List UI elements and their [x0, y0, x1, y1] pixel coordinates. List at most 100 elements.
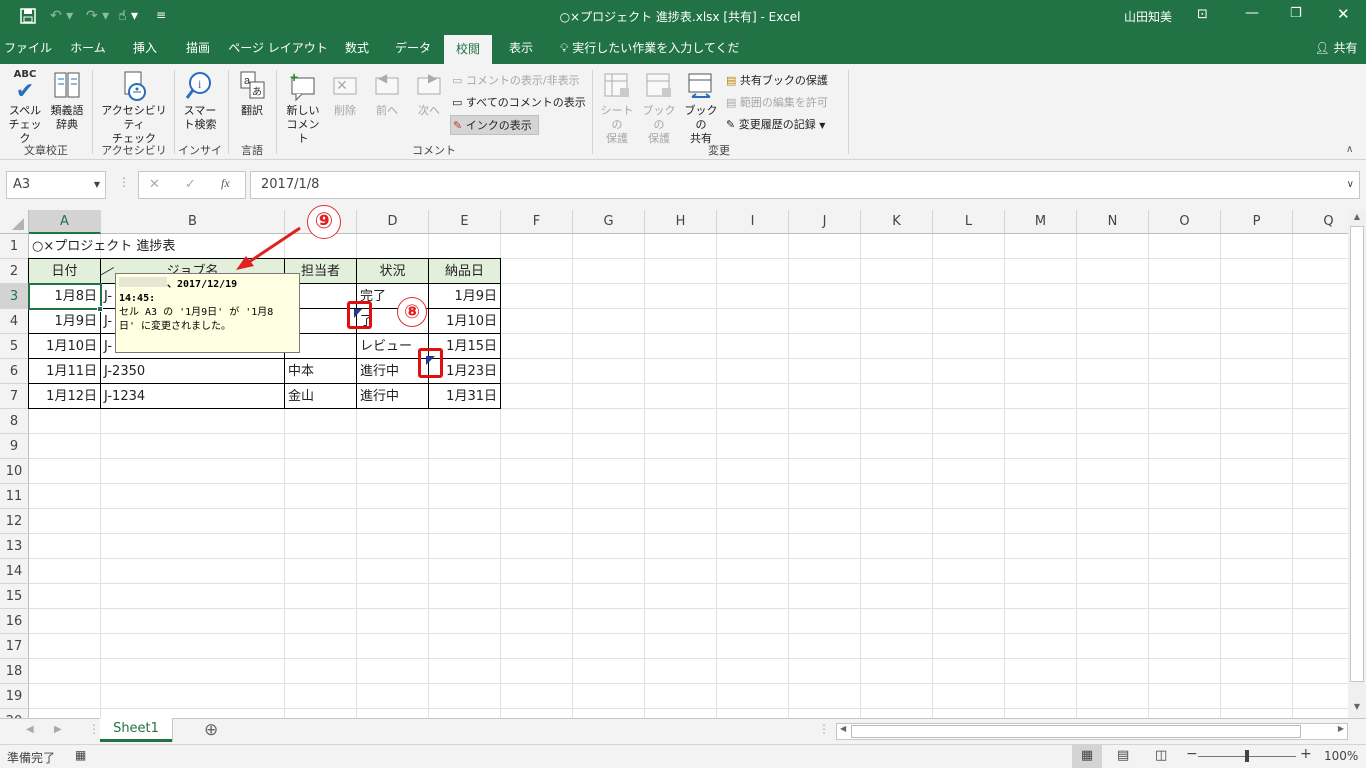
name-box[interactable]: A3 ▼ — [6, 171, 106, 199]
translate-button[interactable]: aあ 翻訳 — [232, 70, 272, 118]
next-comment-button[interactable]: ▶ 次へ — [410, 70, 448, 118]
column-header[interactable]: H — [645, 210, 717, 234]
insert-function-icon[interactable]: fx — [221, 176, 230, 191]
smart-lookup-button[interactable]: i スマー ト検索 — [178, 70, 222, 132]
page-layout-view-icon[interactable]: ▤ — [1117, 748, 1129, 763]
column-header[interactable]: E — [429, 210, 501, 234]
user-name[interactable]: 山田知美 — [1124, 8, 1172, 25]
column-header[interactable]: F — [501, 210, 573, 234]
row-header[interactable]: 2 — [0, 259, 29, 284]
scroll-left-icon[interactable]: ◀ — [26, 724, 34, 735]
tab-formulas[interactable]: 数式 — [334, 33, 380, 64]
row-header[interactable]: 14 — [0, 559, 29, 584]
collapse-ribbon-icon[interactable]: ∧ — [1346, 144, 1353, 155]
row-header[interactable]: 13 — [0, 534, 29, 559]
column-header[interactable]: Q — [1293, 210, 1348, 234]
undo-icon[interactable]: ↶ ▾ — [50, 8, 73, 24]
protect-sheet-button[interactable]: シートの 保護 — [596, 70, 638, 146]
column-header[interactable]: I — [717, 210, 789, 234]
column-header[interactable]: L — [933, 210, 1005, 234]
zoom-out-icon[interactable]: − — [1186, 746, 1198, 762]
tab-view[interactable]: 表示 — [498, 33, 544, 64]
row-header[interactable]: 3 — [0, 284, 29, 309]
customize-qat-icon[interactable]: ≡ — [156, 8, 166, 22]
column-header[interactable]: O — [1149, 210, 1221, 234]
row-header[interactable]: 4 — [0, 309, 29, 334]
show-all-comments-button[interactable]: ▭ すべてのコメントの表示 — [452, 93, 586, 113]
previous-comment-button[interactable]: ◀ 前へ — [368, 70, 406, 118]
column-header[interactable]: D — [357, 210, 429, 234]
formula-input[interactable]: 2017/1/8 ∨ — [250, 171, 1360, 199]
column-header[interactable]: G — [573, 210, 645, 234]
column-header[interactable]: K — [861, 210, 933, 234]
chevron-down-icon[interactable]: ▼ — [94, 172, 100, 198]
row-header[interactable]: 18 — [0, 659, 29, 684]
track-changes-button[interactable]: ✎ 変更履歴の記録 ▼ — [726, 115, 825, 135]
tab-home[interactable]: ホーム — [62, 33, 114, 64]
tab-insert[interactable]: 挿入 — [120, 33, 170, 64]
page-break-view-icon[interactable]: ◫ — [1155, 748, 1167, 763]
column-header[interactable]: N — [1077, 210, 1149, 234]
redo-icon[interactable]: ↷ ▾ — [86, 8, 109, 24]
scroll-right-icon[interactable]: ▶ — [54, 724, 62, 735]
row-header[interactable]: 17 — [0, 634, 29, 659]
cancel-icon[interactable]: ✕ — [149, 177, 160, 192]
row-header[interactable]: 19 — [0, 684, 29, 709]
accessibility-check-button[interactable]: アクセシビリティ チェック — [96, 70, 172, 146]
tab-draw[interactable]: 描画 — [174, 33, 222, 64]
row-header[interactable]: 11 — [0, 484, 29, 509]
column-header[interactable]: P — [1221, 210, 1293, 234]
protect-shared-workbook-button[interactable]: ▤ 共有ブックの保護 — [726, 71, 828, 91]
enter-icon[interactable]: ✓ — [185, 177, 196, 192]
close-icon[interactable]: ✕ — [1337, 5, 1350, 23]
row-header[interactable]: 8 — [0, 409, 29, 434]
scroll-right-icon[interactable]: ▶ — [1338, 724, 1344, 733]
minimize-icon[interactable]: — — [1245, 5, 1259, 21]
column-header[interactable]: M — [1005, 210, 1077, 234]
tell-me-search[interactable]: 💡︎ 実行したい作業を入力してください — [560, 33, 750, 86]
zoom-level[interactable]: 100% — [1324, 749, 1358, 763]
row-header[interactable]: 6 — [0, 359, 29, 384]
scroll-down-icon[interactable]: ▼ — [1350, 702, 1364, 714]
fill-handle[interactable] — [97, 306, 103, 312]
touch-mode-icon[interactable]: ☝ ▾ — [118, 8, 138, 24]
allow-edit-ranges-button[interactable]: ▤ 範囲の編集を許可 — [726, 93, 828, 113]
spelling-button[interactable]: ABC ✔ スペル チェック — [6, 68, 44, 146]
macro-record-icon[interactable]: ▦ — [75, 748, 86, 762]
sheet-tab-sheet1[interactable]: Sheet1 — [100, 718, 172, 742]
horizontal-scrollbar[interactable]: ◀ ▶ — [836, 723, 1348, 740]
row-header[interactable]: 9 — [0, 434, 29, 459]
thesaurus-button[interactable]: 類義語 辞典 — [46, 70, 88, 132]
row-header[interactable]: 15 — [0, 584, 29, 609]
vertical-scrollbar[interactable]: ▲ ▼ — [1348, 210, 1366, 718]
scroll-left-icon[interactable]: ◀ — [840, 724, 846, 733]
new-comment-button[interactable]: + 新しい コメント — [282, 69, 324, 146]
tab-data[interactable]: データ — [388, 33, 438, 64]
tab-file[interactable]: ファイル — [2, 33, 54, 64]
normal-view-icon[interactable]: ▦ — [1072, 745, 1102, 768]
delete-comment-button[interactable]: ✕ 削除 — [326, 70, 364, 118]
protect-workbook-button[interactable]: ブックの 保護 — [638, 70, 680, 146]
scroll-thumb[interactable] — [1350, 226, 1364, 682]
zoom-slider-thumb[interactable] — [1245, 750, 1249, 762]
tab-page-layout[interactable]: ページ レイアウト — [228, 33, 328, 64]
tab-review[interactable]: 校閲 — [444, 35, 492, 64]
select-all-corner[interactable] — [0, 210, 29, 234]
row-header[interactable]: 1 — [0, 234, 29, 259]
column-header[interactable]: A — [29, 210, 101, 234]
restore-icon[interactable]: ❐ — [1290, 6, 1302, 21]
row-header[interactable]: 10 — [0, 459, 29, 484]
show-hide-comment-button[interactable]: ▭ コメントの表示/非表示 — [452, 71, 580, 91]
share-workbook-button[interactable]: ブックの 共有 — [680, 70, 722, 146]
add-sheet-icon[interactable]: ⊕ — [204, 720, 218, 740]
expand-formula-icon[interactable]: ∨ — [1347, 172, 1354, 198]
scroll-up-icon[interactable]: ▲ — [1350, 212, 1364, 224]
column-header[interactable]: J — [789, 210, 861, 234]
row-header[interactable]: 5 — [0, 334, 29, 359]
hscroll-thumb[interactable] — [851, 725, 1301, 738]
ribbon-display-icon[interactable]: ⊡ — [1197, 7, 1208, 22]
row-header[interactable]: 7 — [0, 384, 29, 409]
row-header[interactable]: 16 — [0, 609, 29, 634]
share-button[interactable]: 👤︎ 共有 — [1310, 33, 1362, 64]
save-icon[interactable] — [20, 8, 36, 28]
